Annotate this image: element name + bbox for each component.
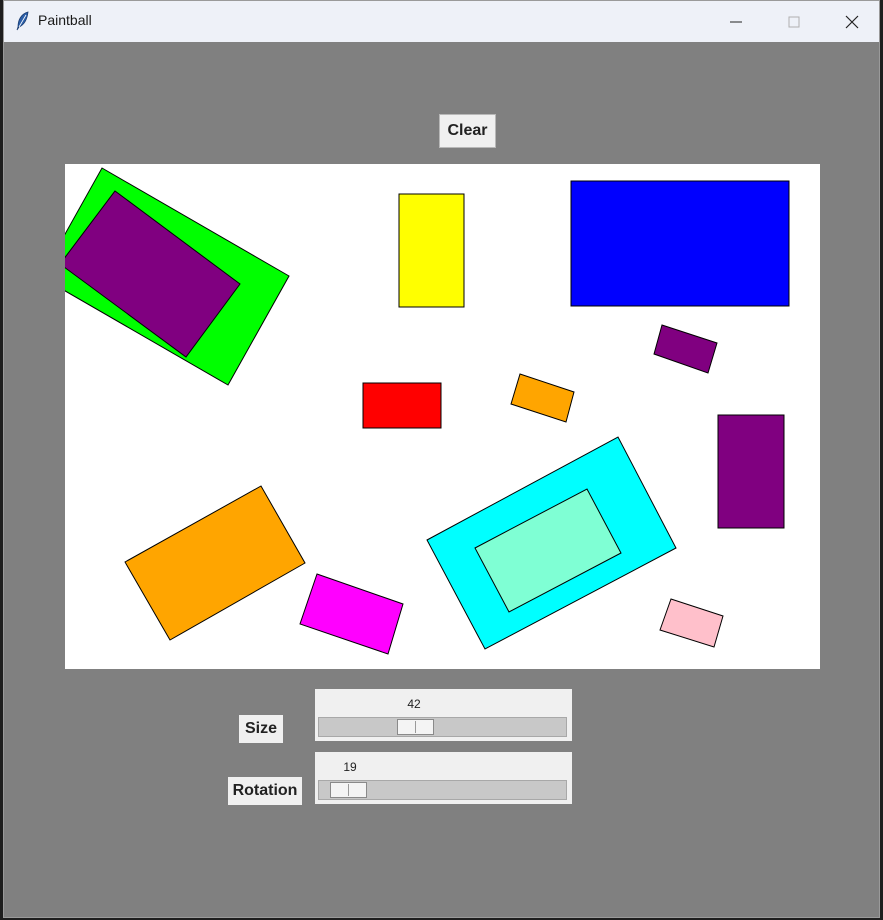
size-label: Size (239, 715, 283, 743)
close-button[interactable] (823, 1, 881, 42)
close-icon (845, 15, 859, 29)
rotation-slider-handle[interactable] (330, 782, 367, 798)
clear-button[interactable]: Clear (439, 114, 496, 148)
size-value: 42 (407, 697, 421, 711)
window-title: Paintball (38, 12, 92, 28)
purple-rectangle (717, 414, 785, 529)
rotation-value: 19 (343, 760, 357, 774)
red-rectangle (362, 382, 442, 429)
size-slider-trough[interactable] (318, 717, 567, 737)
minimize-button[interactable] (707, 1, 765, 42)
purple-rectangle (653, 324, 718, 374)
orange-rectangle (124, 485, 306, 641)
rotation-slider-trough[interactable] (318, 780, 567, 800)
magenta-rectangle (299, 573, 404, 655)
maximize-icon (788, 16, 800, 28)
size-slider[interactable]: 42 (315, 689, 572, 741)
drawing-canvas[interactable] (65, 164, 820, 669)
rotation-label: Rotation (228, 777, 302, 805)
rotation-slider[interactable]: 19 (315, 752, 572, 804)
shapes-layer (65, 167, 790, 655)
orange-rectangle (510, 373, 575, 423)
app-window: Paintball Clear Size 42 Rotation 19 (3, 0, 880, 918)
maximize-button[interactable] (765, 1, 823, 42)
title-bar[interactable]: Paintball (4, 1, 879, 42)
feather-icon (14, 11, 32, 31)
pink-rectangle (659, 598, 724, 648)
minimize-icon (730, 21, 742, 23)
blue-rectangle (570, 180, 790, 307)
size-slider-handle[interactable] (397, 719, 434, 735)
yellow-rectangle (398, 193, 465, 308)
